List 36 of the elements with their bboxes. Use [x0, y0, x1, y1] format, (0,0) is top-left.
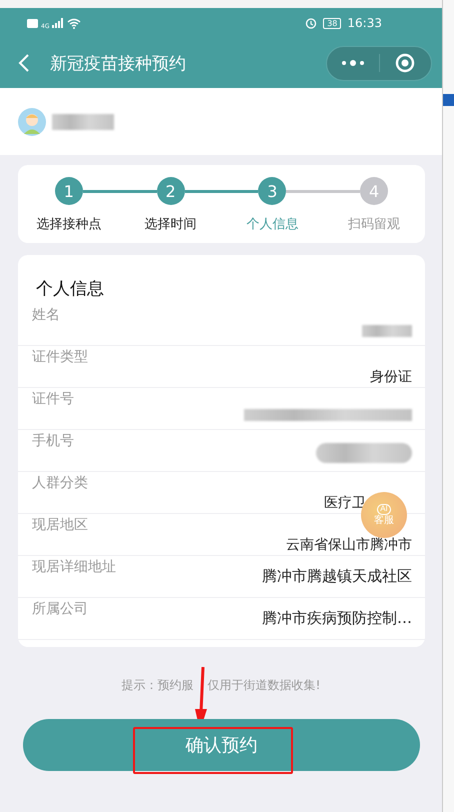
alarm-icon: [305, 17, 318, 29]
field-value: 云南省保山市腾冲市: [286, 536, 412, 555]
step-number: 4: [360, 177, 388, 205]
hint-text: 提示：预约服: [122, 677, 194, 694]
clock-time: 16:33: [347, 16, 382, 30]
step-label[interactable]: 扫码留观: [348, 215, 400, 233]
more-icon: [340, 59, 365, 67]
avatar-icon: [18, 108, 46, 136]
signal-icon: [52, 18, 64, 28]
confirm-button[interactable]: 确认预约: [23, 719, 420, 771]
field-label: 现居地区: [32, 516, 88, 535]
target-icon: [395, 53, 416, 73]
field-label: 手机号: [32, 432, 74, 451]
page-title: 新冠疫苗接种预约: [50, 52, 187, 74]
field-value: 腾冲市疾病预防控制…: [262, 608, 412, 628]
field-value: 腾冲市腾越镇天成社区: [262, 566, 412, 586]
section-title: 个人信息: [35, 278, 105, 301]
wifi-icon: [67, 18, 82, 28]
step-label[interactable]: 选择接种点: [36, 215, 102, 233]
step-number: 2: [156, 177, 185, 205]
hint-text: 仅用于街道数据收集!: [208, 677, 320, 694]
field-label: 证件类型: [32, 348, 88, 367]
back-button[interactable]: [18, 53, 30, 73]
field-value: 身份证: [370, 368, 412, 387]
field-label: 所属公司: [32, 600, 88, 619]
battery-indicator: 38: [323, 18, 342, 28]
step-number: 1: [54, 177, 83, 205]
window-edge: [443, 94, 454, 106]
step-number: 3: [258, 177, 286, 205]
field-label: 证件号: [32, 390, 74, 409]
step-label[interactable]: 个人信息: [246, 215, 298, 233]
field-label: 人群分类: [32, 474, 88, 493]
field-label: 现居详细地址: [32, 558, 116, 577]
step-label[interactable]: 选择时间: [144, 215, 197, 233]
field-label: 姓名: [32, 306, 60, 325]
blurred-value: [362, 325, 412, 337]
